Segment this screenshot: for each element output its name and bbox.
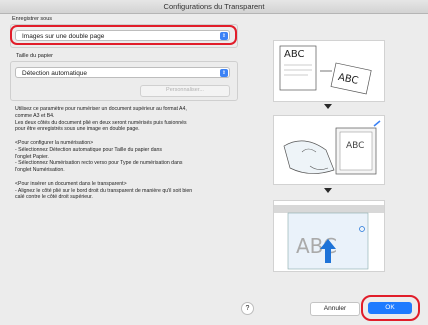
highlight-save-as	[10, 25, 237, 45]
paper-label: Taille du papier	[16, 53, 53, 59]
illustration-insert-panel: ABC	[273, 115, 385, 185]
paper-value: Détection automatique	[22, 70, 88, 77]
cancel-button[interactable]: Annuler	[310, 302, 360, 316]
abc-text: ABC	[284, 49, 305, 60]
insert-document-illustration: ABC	[283, 120, 381, 175]
illustration-scan-panel: ABC	[273, 200, 385, 272]
description-text: Utilisez ce paramètre pour numériser un …	[15, 106, 193, 201]
arrow-down-icon	[324, 104, 332, 109]
document-fold-illustration: ABC ABC	[279, 45, 372, 95]
highlight-ok	[361, 295, 420, 321]
arrow-down-icon	[324, 188, 332, 193]
help-button[interactable]: ?	[241, 302, 254, 315]
chevron-updown-icon: ⇕	[220, 69, 228, 77]
customize-button[interactable]: Personnaliser...	[140, 85, 230, 97]
save-as-label: Enregistrer sous	[12, 16, 53, 22]
window-titlebar: Configurations du Transparent	[0, 0, 428, 14]
svg-text:ABC: ABC	[346, 141, 364, 151]
window-title: Configurations du Transparent	[163, 2, 265, 11]
paper-select[interactable]: Détection automatique ⇕	[15, 67, 230, 78]
illustration-fold-panel: ABC ABC	[273, 40, 385, 102]
scanner-illustration: ABC	[274, 205, 384, 270]
